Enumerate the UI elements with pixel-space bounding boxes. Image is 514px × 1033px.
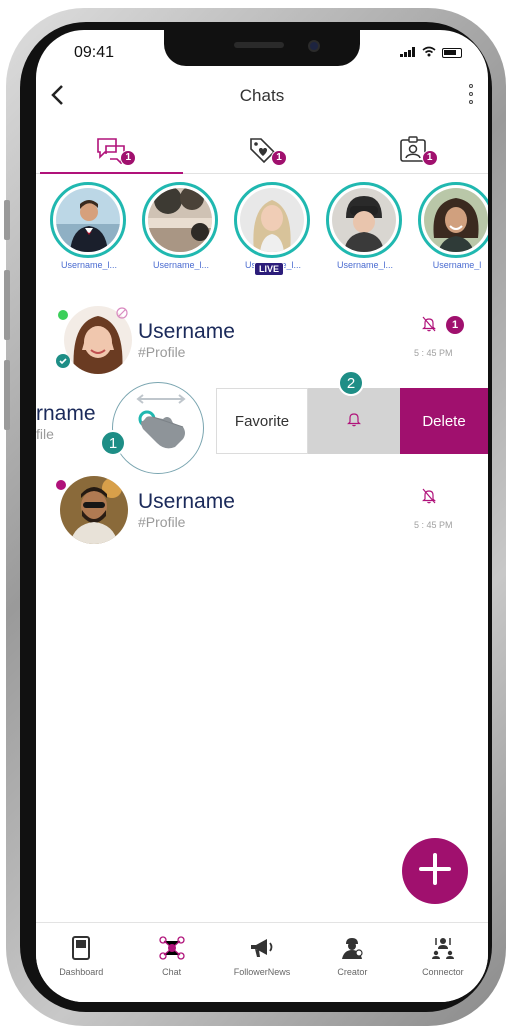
nav-creator[interactable]: Creator <box>307 935 397 1002</box>
page-title: Chats <box>239 86 285 105</box>
chat-username-partial: rname <box>36 402 96 425</box>
stories-row: Username_l... Username_l... LIVE Usernam… <box>50 182 488 282</box>
nav-follower-news[interactable]: FollowerNews <box>217 935 307 1002</box>
contact-card-icon: 1 <box>398 135 438 166</box>
tab-badge: 1 <box>120 149 137 166</box>
story-username: Username_l... <box>152 260 210 270</box>
side-button <box>4 270 10 340</box>
story-avatar <box>332 188 396 252</box>
story-item[interactable]: Username_l... <box>50 182 130 270</box>
story-avatar <box>56 188 120 252</box>
favorite-button[interactable]: Favorite <box>216 388 308 454</box>
megaphone-icon <box>248 935 276 961</box>
chat-tabs: 1 1 1 <box>36 126 488 174</box>
chat-username: Username <box>138 320 235 343</box>
verified-icon <box>56 354 70 373</box>
mute-button[interactable] <box>308 388 400 454</box>
chat-time: 5 : 45 PM <box>414 520 453 530</box>
nav-label: FollowerNews <box>233 967 291 977</box>
chat-profile: #Profile <box>138 344 186 360</box>
story-avatar <box>240 188 304 252</box>
story-item[interactable]: Username_l <box>418 182 488 270</box>
nav-label: Dashboard <box>59 967 104 977</box>
heart-tag-icon: 1 <box>247 136 287 166</box>
wifi-icon <box>422 46 436 60</box>
tab-contacts[interactable]: 1 <box>337 126 488 173</box>
status-icons <box>400 46 462 60</box>
live-badge: LIVE <box>254 262 285 276</box>
chat-time: 5 : 45 PM <box>414 348 453 358</box>
chat-username: Username <box>138 490 235 513</box>
chat-profile: #Profile <box>138 514 186 530</box>
app-screen: 09:41 Chats 1 1 1 Username_l... Username… <box>36 30 488 1002</box>
status-time: 09:41 <box>74 44 115 61</box>
side-button <box>4 200 10 240</box>
story-item[interactable]: Username_l... <box>142 182 222 270</box>
notch <box>164 30 360 66</box>
delete-button[interactable]: Delete <box>400 388 488 454</box>
story-item[interactable]: LIVE Username_l... <box>234 182 314 276</box>
hint-marker-1: 1 <box>100 430 126 456</box>
new-chat-button[interactable] <box>402 838 468 904</box>
tab-chats[interactable]: 1 <box>36 126 187 174</box>
swipe-gesture-illustration <box>112 382 204 474</box>
story-item[interactable]: Username_l... <box>326 182 406 270</box>
nav-label: Chat <box>162 967 182 977</box>
chat-list-item[interactable]: Username #Profile 5 : 45 PM <box>36 472 488 548</box>
story-avatar <box>148 188 212 252</box>
nav-label: Creator <box>337 967 368 977</box>
bell-icon <box>347 411 361 431</box>
story-username: Username_l <box>432 260 482 270</box>
header: Chats <box>36 78 488 118</box>
nav-connector[interactable]: Connector <box>398 935 488 1002</box>
tab-badge: 1 <box>421 149 438 166</box>
bottom-navigation: Dashboard Chat FollowerNews Creator Conn… <box>36 922 488 1002</box>
side-button <box>4 360 10 430</box>
nav-label: Connector <box>422 967 464 977</box>
nav-chat[interactable]: Chat <box>126 935 216 1002</box>
online-indicator <box>58 310 68 320</box>
chat-profile-partial: file <box>36 426 54 442</box>
plus-icon <box>418 852 452 891</box>
battery-icon <box>442 48 462 58</box>
creator-icon <box>338 935 366 961</box>
story-avatar <box>424 188 488 252</box>
avatar <box>60 476 128 544</box>
dashboard-icon <box>67 935 95 961</box>
status-indicator <box>56 480 66 490</box>
chat-network-icon <box>158 935 186 961</box>
story-username: Username_l... <box>336 260 394 270</box>
muted-bell-icon <box>422 488 436 509</box>
unread-badge: 1 <box>446 316 464 334</box>
signal-icon <box>400 46 416 60</box>
chat-bubbles-icon: 1 <box>96 136 137 166</box>
story-username: Username_l... <box>60 260 118 270</box>
tab-badge: 1 <box>271 149 287 166</box>
tab-favorites[interactable]: 1 <box>187 126 338 173</box>
nav-dashboard[interactable]: Dashboard <box>36 935 126 1002</box>
connector-icon <box>429 935 457 961</box>
muted-bell-icon <box>422 316 436 337</box>
hint-marker-2: 2 <box>338 370 364 396</box>
blocked-icon <box>116 306 128 324</box>
more-options-icon[interactable] <box>466 84 476 104</box>
chat-list-item[interactable]: Username #Profile 1 5 : 45 PM <box>36 300 488 376</box>
